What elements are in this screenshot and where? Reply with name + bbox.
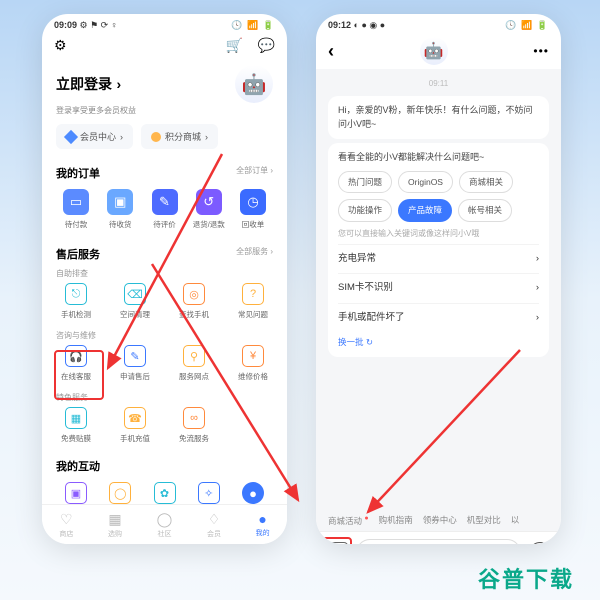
special-service-title: 特色服务 (42, 390, 287, 405)
chevron-right-icon: › (116, 76, 121, 92)
find-phone[interactable]: ◎查找手机 (174, 283, 214, 320)
order-pending-receipt[interactable]: ▣待收货 (100, 189, 140, 230)
tab-store[interactable]: ♡商店 (59, 511, 73, 539)
login-button[interactable]: 立即登录 › (56, 74, 121, 94)
tab-mine[interactable]: ●我的 (256, 511, 270, 538)
phone-left-profile: 09:09 ⚙ ⚑ ⟳ ♀ 🕓 📶 🔋 ⚙ 🛒 💬 立即登录 › 🤖 登录享受更… (42, 14, 287, 544)
consult-repair-title: 咨询与维修 (42, 328, 287, 343)
status-bar: 09:09 ⚙ ⚑ ⟳ ♀ 🕓 📶 🔋 (42, 14, 287, 33)
settings-icon[interactable]: ⚙ (54, 37, 67, 55)
interact-item[interactable]: ● (233, 482, 273, 504)
plus-icon[interactable]: ＋ (529, 542, 551, 545)
faq-chip-account[interactable]: 帐号相关 (458, 199, 512, 222)
chat-timestamp: 09:11 (316, 75, 561, 92)
space-clean[interactable]: ⌫空间清理 (115, 283, 155, 320)
avatar[interactable]: 🤖 (235, 65, 273, 103)
greeting-bubble: Hi，亲爱的V粉，新年快乐！有什么问题，不妨问问小V吧~ (328, 96, 549, 139)
faq-item-broken[interactable]: 手机或配件坏了› (338, 303, 539, 332)
quick-link[interactable]: 机型对比 (467, 514, 501, 527)
after-sale-title: 售后服务 (56, 246, 100, 262)
repair-price[interactable]: ¥维修价格 (233, 345, 273, 382)
order-pending-payment[interactable]: ▭待付款 (56, 189, 96, 230)
apply-after-sale[interactable]: ✎申请售后 (115, 345, 155, 382)
quick-links: 商城活动 ● 购机指南 领券中心 机型对比 以 (316, 514, 561, 527)
service-outlets[interactable]: ⚲服务网点 (174, 345, 214, 382)
chevron-right-icon: › (536, 281, 539, 295)
faq-chip-mall[interactable]: 商城相关 (459, 171, 513, 194)
faq-chip-hot[interactable]: 热门问题 (338, 171, 392, 194)
faq-chip-fault[interactable]: 产品故障 (398, 199, 452, 222)
points-mall-chip[interactable]: 积分商城› (141, 124, 218, 149)
order-recycle[interactable]: ◷回收单 (233, 189, 273, 230)
back-icon[interactable]: ‹ (328, 41, 334, 62)
chat-input-bar: ⌨ 按住说话转文字 ＋ (316, 531, 561, 544)
diamond-icon (64, 129, 78, 143)
keyboard-icon[interactable]: ⌨ (326, 542, 348, 545)
coin-icon (151, 132, 161, 142)
faq-hint: 您可以直接输入关键词或像这样问小V哦 (338, 228, 539, 240)
member-center-chip[interactable]: 会员中心› (56, 124, 133, 149)
free-film[interactable]: ▦免费贴膜 (56, 407, 96, 444)
phone-right-chat: 09:12 ◐ ● ◉ ● 🕓 📶 🔋 ‹ 🤖 ••• 09:11 Hi，亲爱的… (316, 14, 561, 544)
messages-icon[interactable]: 💬 (258, 37, 275, 53)
online-service[interactable]: 🎧在线客服 (56, 345, 96, 382)
all-services-link[interactable]: 全部服务 › (236, 246, 273, 262)
interact-item[interactable]: ✧ (189, 482, 229, 504)
phone-check[interactable]: ⎋手机检测 (56, 283, 96, 320)
faq-bubble: 看看全能的小V都能解决什么问题吧~ 热门问题 OriginOS 商城相关 功能操… (328, 143, 549, 357)
phone-recharge[interactable]: ☎手机充值 (115, 407, 155, 444)
order-refund[interactable]: ↺退货/退款 (189, 189, 229, 230)
faq-item-charging[interactable]: 充电异常› (338, 244, 539, 273)
free-data-service[interactable]: ∞免流服务 (174, 407, 214, 444)
orders-grid: ▭待付款 ▣待收货 ✎待评价 ↺退货/退款 ◷回收单 (42, 185, 287, 240)
bottom-nav: ♡商店 ▦选购 ◯社区 ♢会员 ●我的 (42, 504, 287, 544)
quick-link[interactable]: 以 (511, 514, 520, 527)
order-pending-review[interactable]: ✎待评价 (145, 189, 185, 230)
top-bar: ⚙ 🛒 💬 (42, 33, 287, 59)
faq-chip-feature[interactable]: 功能操作 (338, 199, 392, 222)
tab-community[interactable]: ◯社区 (157, 511, 173, 539)
voice-input-button[interactable]: 按住说话转文字 (356, 539, 521, 545)
watermark: 谷普下载 (478, 562, 574, 594)
tab-shop[interactable]: ▦选购 (108, 511, 122, 539)
quick-link[interactable]: 商城活动 ● (328, 514, 369, 527)
login-subtitle: 登录享受更多会员权益 (42, 105, 287, 124)
faq-chip-origin[interactable]: OriginOS (398, 171, 453, 194)
quick-link[interactable]: 购机指南 (379, 514, 413, 527)
interact-item[interactable]: ▣ (56, 482, 96, 504)
faq-item-sim[interactable]: SIM卡不识别› (338, 273, 539, 302)
quick-link[interactable]: 领券中心 (423, 514, 457, 527)
interact-item[interactable]: ✿ (145, 482, 185, 504)
faq[interactable]: ?常见问题 (233, 283, 273, 320)
tab-member[interactable]: ♢会员 (207, 511, 221, 539)
chevron-right-icon: › (536, 252, 539, 266)
interaction-title: 我的互动 (56, 458, 100, 474)
all-orders-link[interactable]: 全部订单 › (236, 165, 273, 181)
interact-item[interactable]: ◯ (100, 482, 140, 504)
refresh-faq[interactable]: 换一批 ↻ (338, 332, 539, 349)
self-check-title: 自助排查 (42, 266, 287, 281)
chevron-right-icon: › (536, 311, 539, 325)
cart-icon[interactable]: 🛒 (226, 37, 243, 53)
chat-avatar: 🤖 (420, 37, 448, 65)
orders-title: 我的订单 (56, 165, 100, 181)
more-icon[interactable]: ••• (533, 44, 549, 58)
status-bar: 09:12 ◐ ● ◉ ● 🕓 📶 🔋 (316, 14, 561, 33)
